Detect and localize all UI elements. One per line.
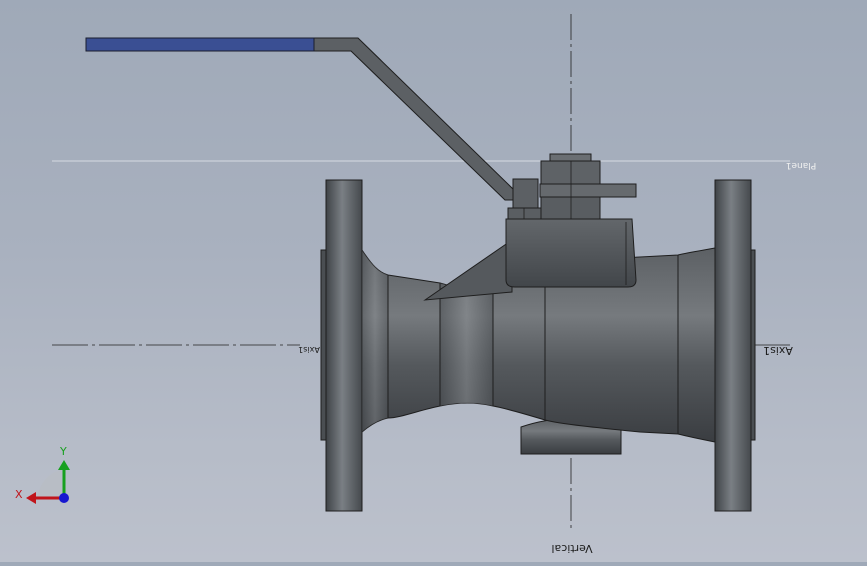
axis-left-label: Axis1 xyxy=(298,345,320,354)
triad-x-arrow xyxy=(26,492,36,504)
cad-viewport[interactable]: Vertical Axis1 Axis1 Plane1 Y X xyxy=(0,0,867,562)
gland-top[interactable] xyxy=(540,160,601,185)
triad-x-label: X xyxy=(15,488,23,501)
triad-plane-shade xyxy=(37,470,62,498)
vertical-label: Vertical xyxy=(551,542,592,555)
axis-right-label: Axis1 xyxy=(763,344,793,357)
gland-plate[interactable] xyxy=(539,183,637,198)
gland-base[interactable] xyxy=(540,196,601,220)
right-flange[interactable] xyxy=(714,179,752,512)
neck-highlight xyxy=(440,282,493,406)
model-canvas[interactable]: Vertical Axis1 Axis1 Plane1 Y X xyxy=(0,0,867,562)
bonnet[interactable] xyxy=(505,218,637,288)
ball-valve-model[interactable] xyxy=(85,37,756,512)
stem[interactable] xyxy=(512,178,539,209)
lever-arm[interactable] xyxy=(312,37,514,201)
lever-grip[interactable] xyxy=(85,37,315,52)
orientation-triad[interactable]: Y X xyxy=(15,445,70,504)
left-flange[interactable] xyxy=(325,179,363,512)
triad-y-label: Y xyxy=(59,445,67,458)
plane-label: Plane1 xyxy=(786,160,816,170)
triad-y-arrow xyxy=(58,460,70,470)
left-hub-highlight xyxy=(362,250,388,432)
triad-z-axis xyxy=(59,493,69,503)
packing-nut[interactable] xyxy=(507,207,542,220)
lever-ramp[interactable] xyxy=(423,239,513,301)
gland-cap[interactable] xyxy=(549,153,592,162)
